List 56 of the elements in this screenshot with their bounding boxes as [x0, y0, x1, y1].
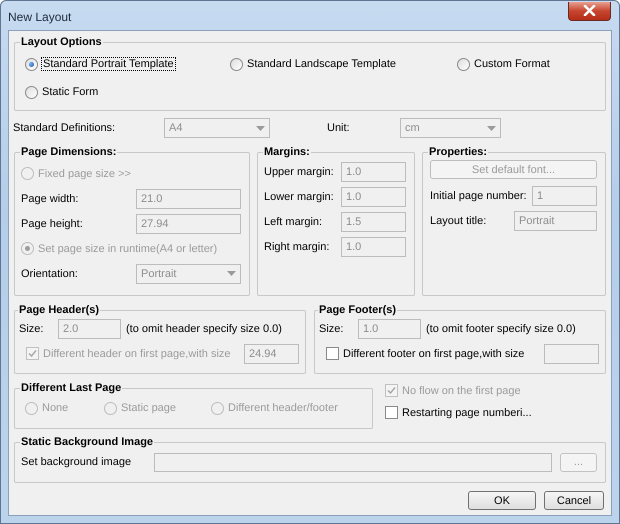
radio-button[interactable]: Static Form [25, 86, 230, 98]
group-title: Layout Options [20, 36, 103, 48]
input-field[interactable]: 1.0 [358, 318, 421, 338]
group-title: Static Background Image [20, 436, 154, 448]
field-label: Lower margin: [264, 190, 334, 202]
field-label: Upper margin: [264, 166, 334, 178]
input-field[interactable]: 1.0 [341, 186, 406, 206]
input-field[interactable]: 2.0 [58, 318, 121, 338]
caret-icon [256, 126, 265, 130]
input-field[interactable] [544, 344, 599, 364]
dropdown[interactable]: A4 [164, 118, 270, 138]
field-label: Initial page number: [430, 190, 527, 202]
caret-icon [227, 271, 236, 276]
checkbox[interactable]: Restarting page numberi... [385, 406, 532, 419]
dropdown[interactable]: Portrait [136, 264, 241, 284]
dialog-button[interactable]: OK [468, 491, 536, 510]
input-field[interactable]: 1.0 [341, 236, 406, 256]
group-title: Page Footer(s) [318, 304, 398, 316]
close-button[interactable] [568, 2, 611, 20]
radio-button[interactable]: Standard Portrait Template [25, 58, 230, 70]
group-title: Margins: [263, 146, 311, 158]
check-icon [28, 349, 37, 358]
checkbox[interactable]: Different footer on first page,with size [326, 347, 524, 360]
window-title: New Layout [8, 10, 72, 24]
group-title: Page Dimensions: [20, 146, 118, 158]
field-label: Size: [319, 322, 344, 334]
field-label: Page width: [21, 192, 78, 204]
input-field[interactable]: 24.94 [244, 344, 299, 364]
field-label: Size: [19, 322, 44, 334]
radio-button[interactable]: Standard Landscape Template [230, 58, 457, 70]
dialog-button[interactable]: Cancel [544, 491, 604, 510]
field-label: Unit: [327, 122, 351, 134]
field-label: Right margin: [264, 240, 330, 252]
input-field[interactable]: Portrait [514, 210, 597, 230]
input-field[interactable]: 1.5 [341, 212, 406, 232]
hint-text: (to omit header specify size 0.0) [126, 322, 282, 334]
field-label: Orientation: [21, 268, 78, 280]
field-label: Page height: [21, 218, 83, 230]
dropdown[interactable]: cm [400, 118, 501, 138]
group-title: Page Header(s) [18, 304, 100, 316]
caret-icon [487, 126, 496, 130]
hint-text: (to omit footer specify size 0.0) [426, 322, 576, 334]
field-label: Left margin: [264, 216, 322, 228]
input-field[interactable]: 21.0 [136, 188, 241, 208]
input-field[interactable] [154, 452, 552, 472]
field-label: Set background image [21, 456, 132, 468]
check-icon [387, 386, 396, 395]
group-title: Properties: [428, 146, 488, 158]
field-label: Standard Definitions: [13, 122, 116, 134]
input-field[interactable]: 1.0 [341, 162, 406, 182]
field-label: Layout title: [430, 214, 486, 226]
input-field[interactable]: 27.94 [136, 214, 241, 234]
input-field[interactable]: 1 [532, 186, 597, 206]
radio-button[interactable]: Custom Format [457, 58, 597, 70]
close-icon [583, 5, 596, 16]
group-title: Different Last Page [20, 382, 122, 394]
